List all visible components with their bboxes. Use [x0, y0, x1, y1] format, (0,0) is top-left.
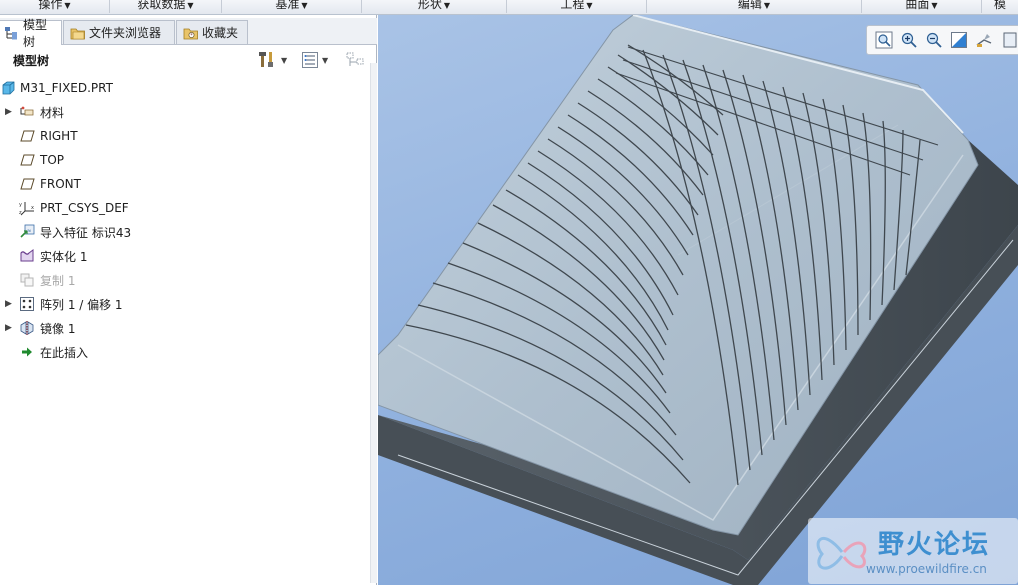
dropdown-arrow-icon: ▼ [322, 55, 329, 65]
tree-item-top[interactable]: TOP [0, 149, 370, 171]
ribbon-group-datum[interactable]: 基准 ▼ [222, 0, 362, 13]
navigator-panel: 模型树 文件夹浏览器 * 收藏夹 模型树 ▼ ▼ M31_FIXED.PRT ▶… [0, 15, 377, 585]
model-tree-icon [4, 26, 19, 40]
list-view-icon [302, 52, 318, 68]
svg-text:y: y [19, 202, 22, 208]
forum-watermark: 野火论坛 www.proewildfire.cn [808, 518, 1018, 584]
insert-here-arrow-icon [19, 344, 36, 360]
dropdown-arrow-icon: ▼ [187, 1, 194, 10]
ribbon-group-operations[interactable]: 操作 ▼ [0, 0, 110, 13]
tree-item-part[interactable]: M31_FIXED.PRT [0, 77, 370, 99]
dropdown-arrow-icon: ▼ [931, 1, 938, 10]
zoom-out-icon [926, 32, 942, 48]
dropdown-arrow-icon: ▼ [301, 1, 308, 10]
navigator-tabs: 模型树 文件夹浏览器 * 收藏夹 [0, 18, 377, 49]
tree-filter-button[interactable] [345, 51, 367, 69]
zoom-fit-icon [875, 31, 892, 49]
expand-arrow-icon[interactable]: ▶ [5, 323, 13, 333]
watermark-url: www.proewildfire.cn [866, 562, 987, 576]
tree-item-front[interactable]: FRONT [0, 173, 370, 195]
model-tree-header: 模型树 ▼ ▼ [0, 45, 377, 75]
pattern-icon [19, 296, 36, 312]
part-icon [0, 80, 17, 96]
ribbon-group-engineering[interactable]: 工程 ▼ [507, 0, 647, 13]
settings-menu-button[interactable]: ▼ [258, 51, 287, 69]
dropdown-arrow-icon: ▼ [763, 1, 771, 10]
butterfly-logo-icon [816, 537, 867, 570]
datum-plane-icon [19, 152, 36, 168]
datum-plane-icon [19, 128, 36, 144]
view-extra-icon [1003, 32, 1016, 48]
saved-views-button[interactable] [973, 30, 994, 51]
solidify-icon [19, 248, 36, 264]
copy-icon [19, 272, 36, 288]
ribbon-bar: 操作 ▼ 获取数据 ▼ 基准 ▼ 形状 ▼ 工程 ▼ 编辑 ▼ 曲面 ▼ 模 [0, 0, 1018, 15]
zoom-fit-button[interactable] [873, 30, 894, 51]
import-feature-icon: ≈ [19, 224, 36, 240]
dropdown-arrow-icon: ▼ [586, 1, 593, 10]
expand-arrow-icon[interactable]: ▶ [5, 299, 13, 309]
tree-scrollbar[interactable] [370, 63, 377, 583]
zoom-in-button[interactable] [898, 30, 919, 51]
saved-views-icon [976, 34, 991, 47]
svg-text:x: x [31, 205, 34, 211]
ribbon-group-editing[interactable]: 编辑 ▼ [647, 0, 862, 13]
show-menu-button[interactable]: ▼ [301, 51, 328, 69]
dropdown-arrow-icon: ▼ [443, 1, 451, 10]
tools-icon [259, 52, 273, 67]
ribbon-group-shapes[interactable]: 形状 ▼ [362, 0, 507, 13]
tab-model-tree[interactable]: 模型树 [0, 18, 62, 49]
view-toolbar [866, 25, 1018, 55]
tree-item-import-feature[interactable]: ≈ 导入特征 标识43 [0, 221, 370, 243]
tree-item-copy[interactable]: 复制 1 [0, 269, 370, 291]
view-extra-button[interactable] [998, 30, 1018, 51]
tree-item-solidify[interactable]: 实体化 1 [0, 245, 370, 267]
ribbon-group-model-intent[interactable]: 模 [982, 0, 1018, 13]
material-icon [19, 104, 36, 120]
tab-folder-browser[interactable]: 文件夹浏览器 [63, 20, 175, 44]
svg-text:≈: ≈ [27, 228, 32, 235]
favorites-folder-icon: * [183, 26, 198, 40]
tree-item-csys[interactable]: yxz PRT_CSYS_DEF [0, 197, 370, 219]
tree-item-material[interactable]: ▶ 材料 [0, 101, 370, 123]
folder-icon [70, 26, 85, 40]
tree-columns-icon [346, 52, 364, 66]
shading-icon [950, 32, 967, 48]
zoom-out-button[interactable] [923, 30, 944, 51]
model-tree-title: 模型树 [13, 53, 50, 68]
svg-text:z: z [19, 210, 22, 216]
part-model [378, 15, 1018, 585]
zoom-in-icon [901, 32, 917, 48]
graphics-viewport[interactable]: 野火论坛 www.proewildfire.cn [378, 15, 1018, 585]
tab-favorites[interactable]: * 收藏夹 [176, 20, 248, 44]
csys-icon: y x z [19, 200, 36, 216]
datum-plane-icon [19, 176, 36, 192]
dropdown-arrow-icon: ▼ [281, 55, 288, 65]
ribbon-group-get-data[interactable]: 获取数据 ▼ [110, 0, 222, 13]
tree-item-mirror[interactable]: ▶ 镜像 1 [0, 317, 370, 339]
dropdown-arrow-icon: ▼ [64, 1, 71, 10]
shading-button[interactable] [948, 30, 969, 51]
tree-item-right[interactable]: RIGHT [0, 125, 370, 147]
expand-arrow-icon[interactable]: ▶ [5, 107, 13, 117]
mirror-icon [19, 320, 36, 336]
ribbon-group-surfaces[interactable]: 曲面 ▼ [862, 0, 982, 13]
tree-item-pattern[interactable]: ▶ 阵列 1 / 偏移 1 [0, 293, 370, 315]
tree-item-insert-here[interactable]: 在此插入 [0, 341, 370, 363]
watermark-title: 野火论坛 [878, 530, 991, 560]
